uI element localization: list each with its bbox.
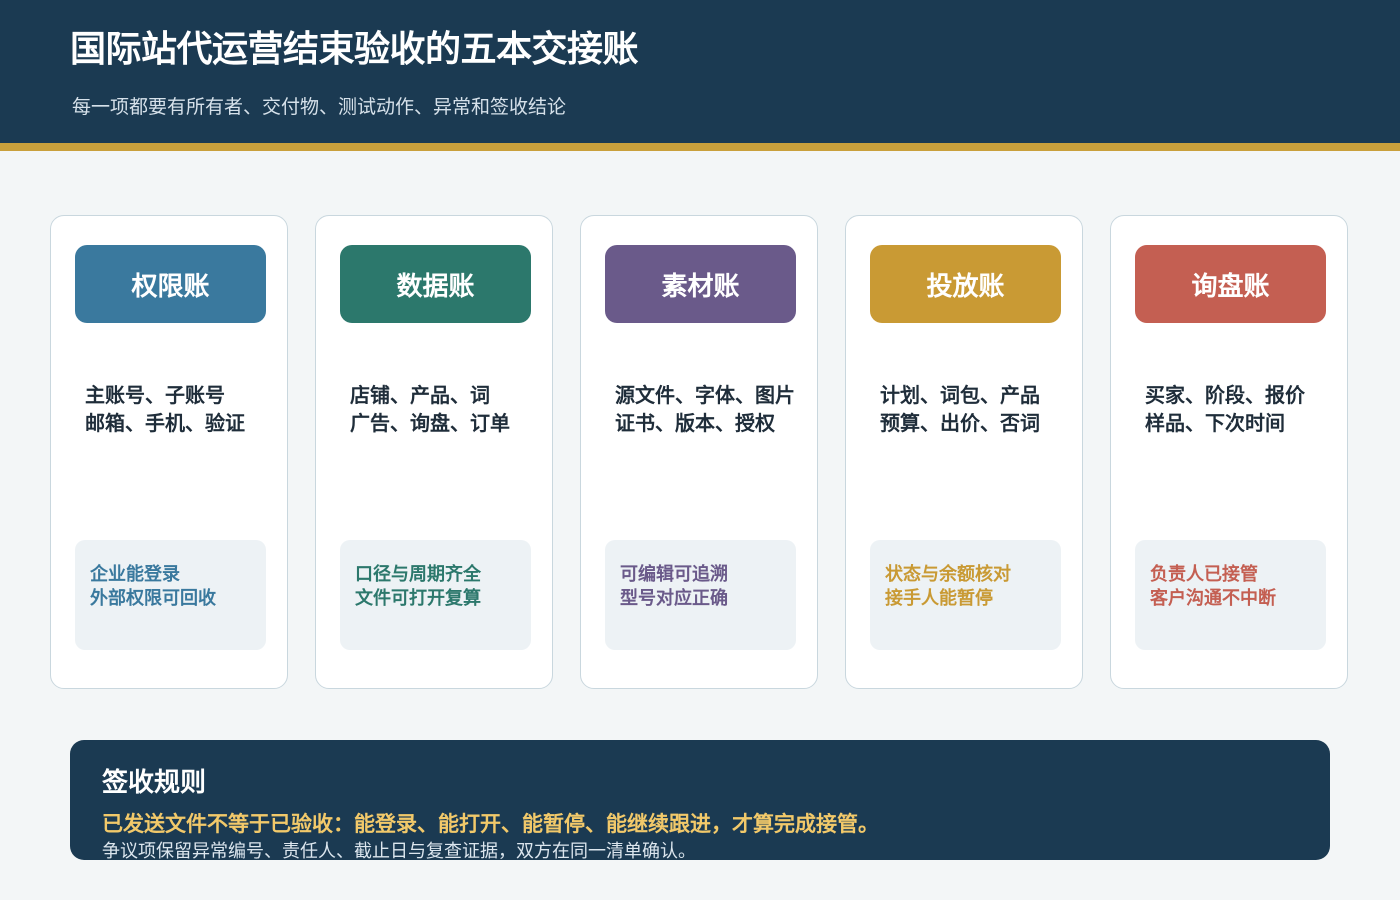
card-title: 权限账 <box>75 245 266 323</box>
card-note-line: 文件可打开复算 <box>355 588 481 609</box>
card-item-line: 计划、词包、产品 <box>880 383 1040 407</box>
card-permissions: 权限账 主账号、子账号 邮箱、手机、验证 企业能登录 外部权限可回收 <box>50 215 288 689</box>
card-acceptance-note: 可编辑可追溯 型号对应正确 <box>605 540 796 650</box>
card-item-line: 样品、下次时间 <box>1145 411 1285 435</box>
card-title: 询盘账 <box>1135 245 1326 323</box>
card-items: 主账号、子账号 邮箱、手机、验证 <box>85 381 265 437</box>
card-item-line: 证书、版本、授权 <box>615 411 775 435</box>
rules-title: 签收规则 <box>102 768 207 798</box>
card-item-line: 邮箱、手机、验证 <box>85 411 245 435</box>
card-note-line: 外部权限可回收 <box>90 588 216 609</box>
card-note-line: 型号对应正确 <box>620 588 728 609</box>
card-acceptance-note: 负责人已接管 客户沟通不中断 <box>1135 540 1326 650</box>
card-title: 数据账 <box>340 245 531 323</box>
card-title: 素材账 <box>605 245 796 323</box>
card-note-line: 可编辑可追溯 <box>620 564 728 585</box>
card-items: 店铺、产品、词 广告、询盘、订单 <box>350 381 530 437</box>
card-note-line: 企业能登录 <box>90 564 180 585</box>
card-items: 买家、阶段、报价 样品、下次时间 <box>1145 381 1325 437</box>
page-subtitle: 每一项都要有所有者、交付物、测试动作、异常和签收结论 <box>72 96 567 118</box>
card-item-line: 店铺、产品、词 <box>350 383 490 407</box>
card-ads: 投放账 计划、词包、产品 预算、出价、否词 状态与余额核对 接手人能暂停 <box>845 215 1083 689</box>
rules-main-statement: 已发送文件不等于已验收：能登录、能打开、能暂停、能继续跟进，才算完成接管。 <box>102 812 879 836</box>
card-note-line: 接手人能暂停 <box>885 588 993 609</box>
card-items: 计划、词包、产品 预算、出价、否词 <box>880 381 1060 437</box>
card-acceptance-note: 状态与余额核对 接手人能暂停 <box>870 540 1061 650</box>
card-item-line: 买家、阶段、报价 <box>1145 383 1305 407</box>
card-acceptance-note: 企业能登录 外部权限可回收 <box>75 540 266 650</box>
card-items: 源文件、字体、图片 证书、版本、授权 <box>615 381 795 437</box>
rules-dispute-note: 争议项保留异常编号、责任人、截止日与复查证据，双方在同一清单确认。 <box>102 841 696 860</box>
page-header: 国际站代运营结束验收的五本交接账 每一项都要有所有者、交付物、测试动作、异常和签… <box>0 0 1400 143</box>
card-inquiries: 询盘账 买家、阶段、报价 样品、下次时间 负责人已接管 客户沟通不中断 <box>1110 215 1348 689</box>
card-note-line: 客户沟通不中断 <box>1150 588 1276 609</box>
signoff-rules-panel: 签收规则 已发送文件不等于已验收：能登录、能打开、能暂停、能继续跟进，才算完成接… <box>70 740 1330 860</box>
card-item-line: 源文件、字体、图片 <box>615 383 795 407</box>
page-title: 国际站代运营结束验收的五本交接账 <box>70 29 639 70</box>
card-note-line: 负责人已接管 <box>1150 564 1258 585</box>
card-note-line: 状态与余额核对 <box>885 564 1011 585</box>
card-data: 数据账 店铺、产品、词 广告、询盘、订单 口径与周期齐全 文件可打开复算 <box>315 215 553 689</box>
card-item-line: 预算、出价、否词 <box>880 411 1040 435</box>
header-accent-stripe <box>0 143 1400 151</box>
card-item-line: 广告、询盘、订单 <box>350 411 510 435</box>
card-title: 投放账 <box>870 245 1061 323</box>
card-item-line: 主账号、子账号 <box>85 383 225 407</box>
card-acceptance-note: 口径与周期齐全 文件可打开复算 <box>340 540 531 650</box>
card-assets: 素材账 源文件、字体、图片 证书、版本、授权 可编辑可追溯 型号对应正确 <box>580 215 818 689</box>
card-note-line: 口径与周期齐全 <box>355 564 481 585</box>
